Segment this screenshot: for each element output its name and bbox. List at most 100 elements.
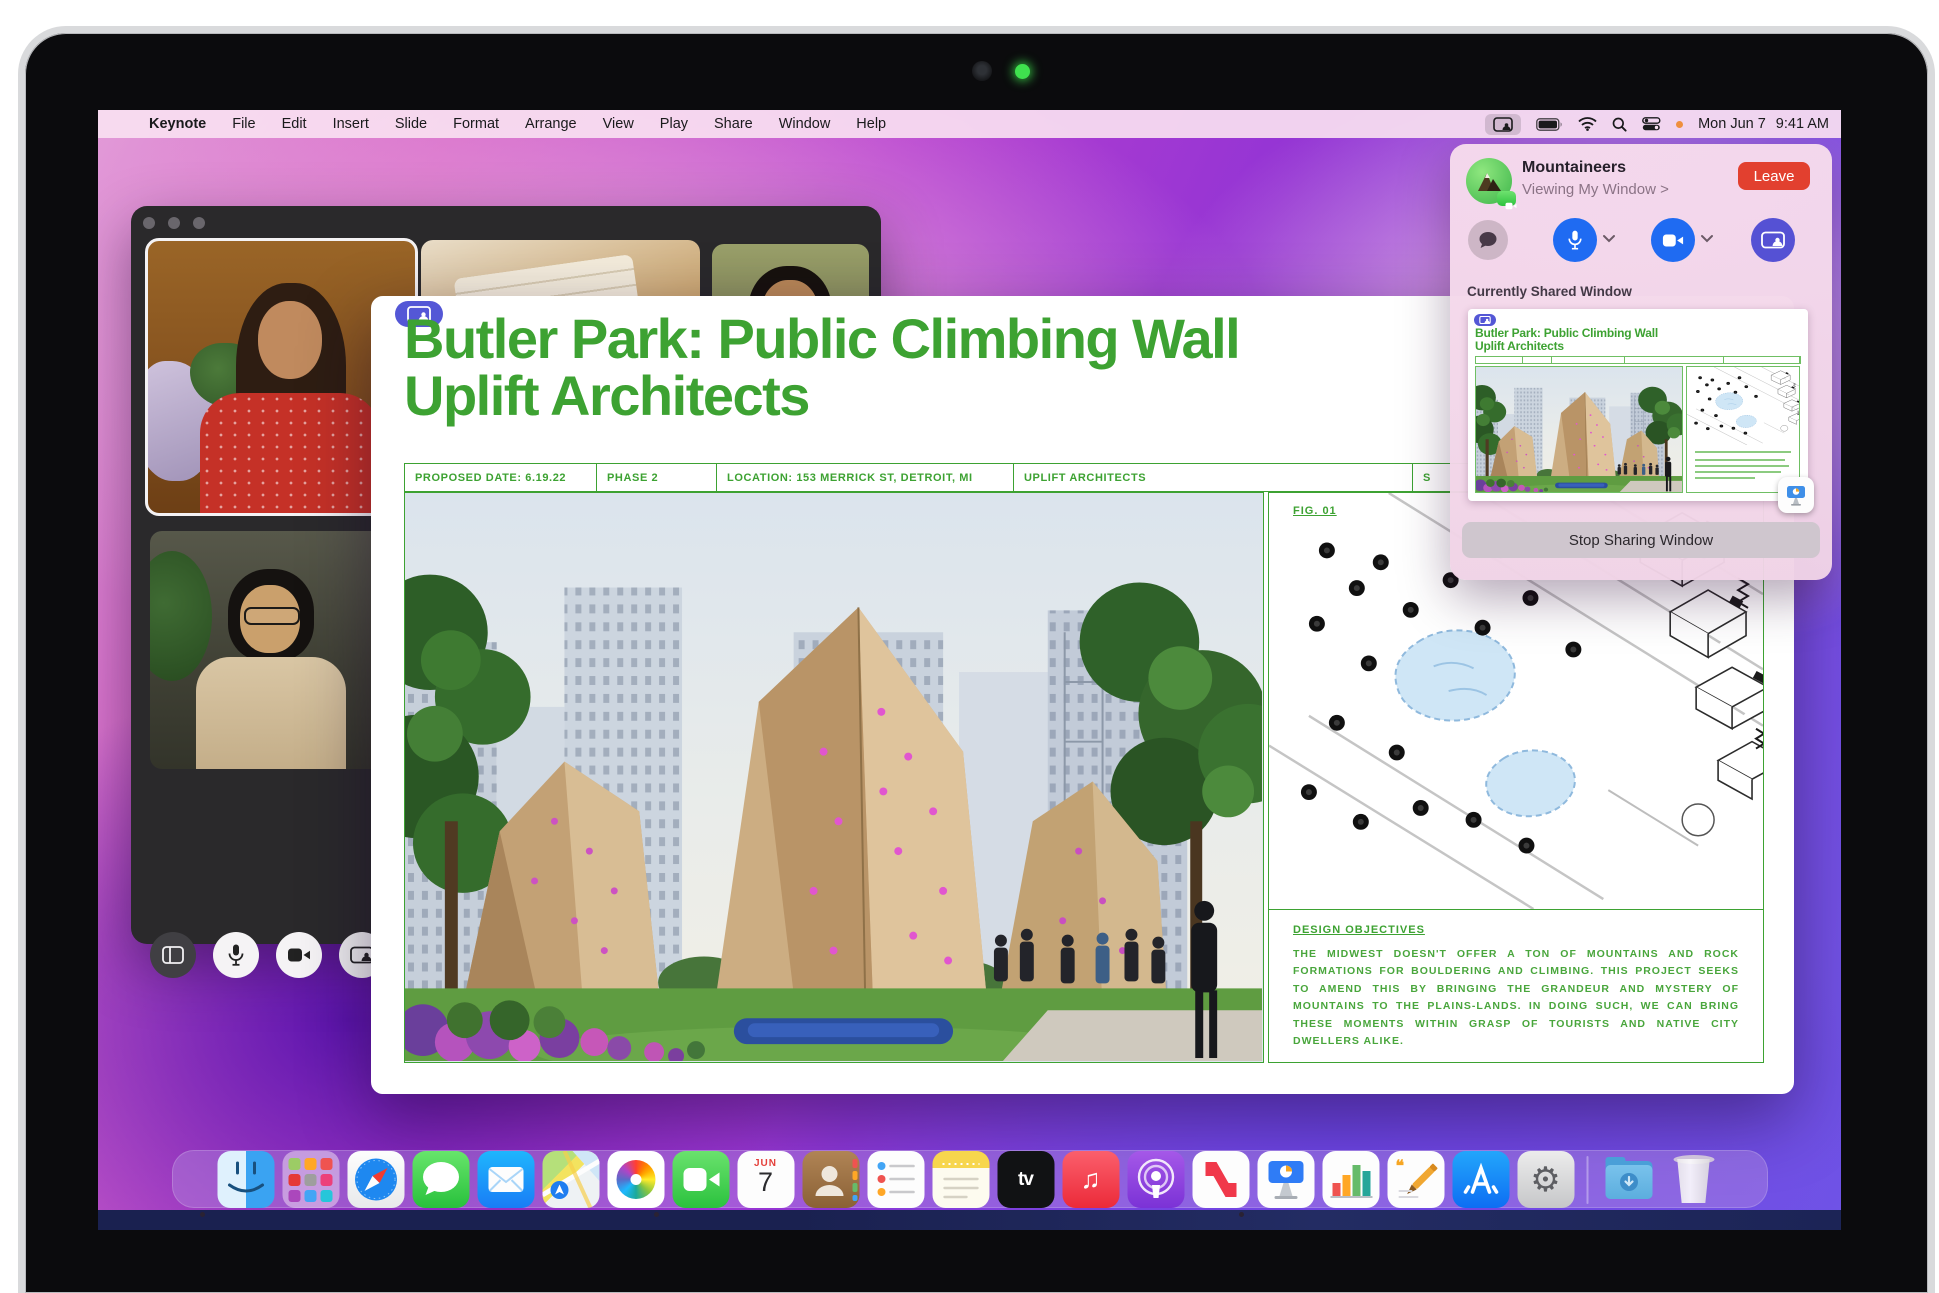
svg-text:❝: ❝ <box>1395 1158 1404 1175</box>
screen-sharing-popover: Mountaineers Viewing My Window > Leave C <box>1450 144 1832 580</box>
spotlight-search-icon[interactable] <box>1612 117 1627 132</box>
dock-facetime[interactable] <box>672 1151 729 1208</box>
close-window-icon[interactable] <box>143 217 155 229</box>
dock-music[interactable]: ♫ <box>1062 1151 1119 1208</box>
dock-safari[interactable] <box>347 1151 404 1208</box>
menu-date: Mon Jun 7 <box>1698 116 1766 132</box>
dock-photos[interactable] <box>607 1151 664 1208</box>
menu-bar-left: Keynote File Edit Insert Slide Format Ar… <box>98 116 899 132</box>
tv-logo-text: tv <box>1018 1168 1034 1190</box>
minimize-window-icon[interactable] <box>168 217 180 229</box>
thumbnail-title-line2: Uplift Architects <box>1475 339 1564 354</box>
menu-bar-status: Mon Jun 7 9:41 AM <box>1485 113 1841 135</box>
dock-mail[interactable] <box>477 1151 534 1208</box>
dock-system-preferences[interactable]: ⚙ <box>1517 1151 1574 1208</box>
menu-bar: Keynote File Edit Insert Slide Format Ar… <box>98 110 1841 138</box>
share-screen-toggle-button[interactable] <box>1751 218 1795 262</box>
dock-numbers[interactable] <box>1322 1151 1379 1208</box>
design-objectives-body: THE MIDWEST DOESN'T OFFER A TON OF MOUNT… <box>1293 948 1739 1048</box>
wifi-icon[interactable] <box>1578 117 1597 131</box>
design-objectives-section: DESIGN OBJECTIVES THE MIDWEST DOESN'T OF… <box>1269 909 1763 1062</box>
document-title-line2: Uplift Architects <box>404 364 810 428</box>
mute-mic-button[interactable] <box>213 932 259 978</box>
dock-trash[interactable] <box>1665 1151 1722 1208</box>
menu-bar-clock[interactable]: Mon Jun 7 9:41 AM <box>1698 116 1829 132</box>
dock-maps[interactable] <box>542 1151 599 1208</box>
battery-icon[interactable] <box>1536 117 1563 131</box>
header-cell-phase: PHASE 2 <box>597 464 717 491</box>
camera-icon <box>972 61 992 81</box>
dock-reminders[interactable] <box>867 1151 924 1208</box>
thumbnail-title: Butler Park: Public Climbing Wall Uplift… <box>1475 326 1658 354</box>
dock-divider <box>1586 1155 1588 1204</box>
camera-indicator-led <box>1015 64 1030 79</box>
thumbnail-share-badge-icon <box>1474 314 1496 326</box>
header-cell-date: PROPOSED DATE: 6.19.22 <box>405 464 597 491</box>
figure-label: FIG. 01 <box>1293 505 1337 517</box>
menu-file[interactable]: File <box>219 116 268 132</box>
menu-edit[interactable]: Edit <box>269 116 320 132</box>
group-avatar <box>1466 158 1517 210</box>
thumbnail-body <box>1463 366 1801 496</box>
currently-shared-label: Currently Shared Window <box>1467 284 1632 299</box>
video-options-chevron-icon[interactable] <box>1700 234 1714 243</box>
menu-play[interactable]: Play <box>647 116 701 132</box>
screen-sharing-status-icon[interactable] <box>1485 113 1522 135</box>
running-indicator-facetime <box>654 1212 659 1217</box>
document-title-line1: Butler Park: Public Climbing Wall <box>404 307 1241 370</box>
messages-button[interactable] <box>1468 220 1508 260</box>
laptop-frame: Keynote File Edit Insert Slide Format Ar… <box>18 26 1935 1293</box>
dock-finder[interactable] <box>217 1151 274 1208</box>
running-indicator-keynote <box>1239 1212 1244 1217</box>
mic-button[interactable] <box>1553 218 1597 262</box>
thumbnail-site-plan <box>1686 366 1800 493</box>
menu-format[interactable]: Format <box>440 116 512 132</box>
camera-toggle-button[interactable] <box>276 932 322 978</box>
document-title: Butler Park: Public Climbing Wall Uplift… <box>404 310 1504 424</box>
menu-arrange[interactable]: Arrange <box>512 116 590 132</box>
video-tile-participant-2[interactable] <box>150 531 388 769</box>
dock-pages[interactable]: ❝ <box>1387 1151 1444 1208</box>
control-center-icon[interactable] <box>1642 117 1661 131</box>
status-dot <box>1676 120 1684 128</box>
dock-contacts[interactable] <box>802 1151 859 1208</box>
menu-help[interactable]: Help <box>843 116 899 132</box>
dock-launchpad[interactable] <box>282 1151 339 1208</box>
dock-messages[interactable] <box>412 1151 469 1208</box>
sidebar-toggle-button[interactable] <box>150 932 196 978</box>
dock-notes[interactable] <box>932 1151 989 1208</box>
music-note-icon: ♫ <box>1080 1164 1101 1194</box>
dock: JUN 7 tv ♫ ❝ ⚙ <box>217 1151 1722 1208</box>
menu-window[interactable]: Window <box>766 116 844 132</box>
calendar-day: 7 <box>757 1167 774 1197</box>
dock-news[interactable] <box>1192 1151 1249 1208</box>
park-render-image <box>354 492 1299 1079</box>
dock-downloads[interactable] <box>1600 1151 1657 1208</box>
menu-share[interactable]: Share <box>701 116 766 132</box>
menu-app-name[interactable]: Keynote <box>136 116 219 132</box>
stop-sharing-button[interactable]: Stop Sharing Window <box>1462 522 1820 558</box>
dock-apple-tv[interactable]: tv <box>997 1151 1054 1208</box>
running-indicator-finder <box>200 1212 205 1217</box>
header-cell-location: LOCATION: 153 MERRICK ST, DETROIT, MI <box>717 464 1014 491</box>
window-traffic-lights[interactable] <box>143 216 218 234</box>
dock-calendar[interactable]: JUN 7 <box>737 1151 794 1208</box>
menu-insert[interactable]: Insert <box>320 116 382 132</box>
menu-slide[interactable]: Slide <box>382 116 440 132</box>
keynote-app-badge-icon <box>1778 477 1814 513</box>
menu-view[interactable]: View <box>590 116 647 132</box>
zoom-window-icon[interactable] <box>193 217 205 229</box>
sharing-status-link[interactable]: Viewing My Window > <box>1522 181 1669 198</box>
menu-time: 9:41 AM <box>1775 116 1829 132</box>
dock-keynote[interactable] <box>1257 1151 1314 1208</box>
dock-podcasts[interactable] <box>1127 1151 1184 1208</box>
thumbnail-park-image <box>1463 366 1691 496</box>
thumbnail-header-strip <box>1475 356 1801 364</box>
dock-app-store[interactable] <box>1452 1151 1509 1208</box>
group-name: Mountaineers <box>1522 159 1627 176</box>
shared-window-thumbnail[interactable]: Butler Park: Public Climbing Wall Uplift… <box>1463 309 1814 513</box>
video-button[interactable] <box>1651 218 1695 262</box>
leave-button[interactable]: Leave <box>1738 162 1810 190</box>
design-objectives-title: DESIGN OBJECTIVES <box>1293 924 1425 936</box>
mic-options-chevron-icon[interactable] <box>1602 234 1616 243</box>
